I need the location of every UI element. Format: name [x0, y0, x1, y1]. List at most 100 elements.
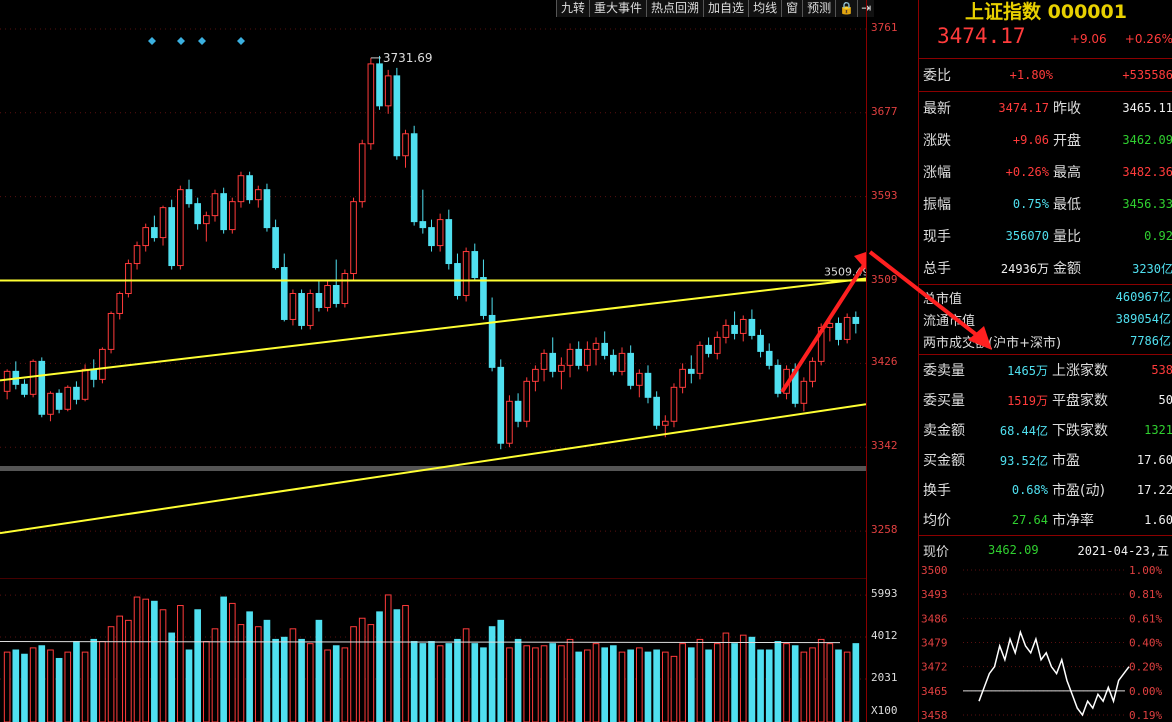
stat-value: 3482.36 [1122, 165, 1172, 179]
intraday-mini-chart[interactable]: 3500 1.00% 3493 0.81% 3486 0.61% 3479 0.40% 3472… [919, 560, 1172, 722]
candle [64, 386, 72, 410]
candle [107, 312, 115, 350]
volume-bar [29, 647, 37, 722]
stat-value: 3230亿 [1132, 261, 1172, 276]
volume-bar [558, 645, 565, 722]
price-tick: 3761 [871, 20, 898, 34]
candle [670, 386, 678, 422]
mini-left-tick: 3479 [921, 637, 948, 650]
volume-bar [618, 651, 626, 722]
candle [99, 348, 106, 380]
volume-bar [350, 626, 357, 722]
stat-label: 平盘家数 [1051, 393, 1108, 409]
volume-bar [47, 649, 54, 722]
candle [575, 348, 583, 366]
volume-bar [774, 641, 782, 722]
candle [203, 215, 210, 225]
stat-value: +0.26% [1005, 165, 1049, 179]
stat-row: 振幅 0.75% 最低 3456.33 [919, 188, 1172, 220]
high-label: 3731.69 [383, 51, 433, 65]
volume-bar [358, 617, 366, 722]
candle [21, 383, 28, 395]
toolbar-button-2[interactable]: 热点回溯 [646, 0, 703, 17]
mini-right-tick: 0.61% [1129, 612, 1162, 625]
candle [843, 316, 851, 340]
stat-label: 最新 [923, 101, 951, 117]
candle [696, 344, 704, 374]
current-label: 现价 [923, 544, 950, 560]
candle [653, 396, 660, 426]
volume-tick: 2031 [871, 670, 898, 684]
volume-bar [739, 634, 747, 722]
mini-left-tick: 3458 [921, 709, 948, 722]
stat-value: 1.60 [1144, 513, 1172, 527]
candle [315, 292, 323, 308]
event-marker[interactable] [237, 37, 245, 45]
volume-bar [661, 651, 669, 722]
volume-bar [610, 645, 617, 722]
stat-label: 最高 [1053, 165, 1081, 181]
volume-bar [514, 638, 522, 722]
candle [142, 227, 150, 247]
toolbar-button-4[interactable]: 均线 [748, 0, 781, 17]
candle [436, 219, 444, 247]
toolbar-button-6[interactable]: 预测 [802, 0, 835, 17]
stat-value: 24936万 [1000, 261, 1049, 276]
mini-right-tick: 0.40% [1129, 637, 1162, 650]
total-mkt-row: 总市值 460967亿 [923, 288, 1171, 310]
candle [419, 221, 427, 229]
volume-tick: X100 [871, 704, 898, 717]
candle [384, 75, 392, 107]
candle [350, 201, 357, 275]
volume-bar [21, 653, 28, 722]
mini-left-tick: 3486 [921, 612, 948, 625]
volume-bar [332, 645, 340, 722]
volume-bar [696, 638, 704, 722]
event-marker[interactable] [177, 37, 185, 45]
volume-chart[interactable] [0, 578, 866, 722]
volume-bar [254, 626, 262, 722]
volume-bar [90, 638, 98, 722]
volume-bar [540, 645, 548, 722]
volume-bar [679, 643, 686, 722]
stat-label: 昨收 [1053, 101, 1081, 117]
volume-bar [428, 641, 435, 722]
stat-label: 量比 [1053, 229, 1081, 245]
toolbar-button-0[interactable]: 九转 [556, 0, 589, 17]
volume-bar [722, 632, 730, 722]
volume-bar [55, 657, 63, 722]
mini-right-tick: 0.00% [1129, 685, 1162, 698]
mini-right-tick: 0.19% [1129, 709, 1162, 722]
candle [254, 189, 262, 201]
kline-chart[interactable]: 3731.693509.49 [0, 0, 866, 577]
stat-label: 开盘 [1053, 133, 1081, 149]
volume-bar [471, 643, 479, 722]
volume-bar [436, 645, 444, 722]
volume-bar [73, 641, 80, 722]
stat-row: 委卖量 1465万 上涨家数 538 [919, 355, 1172, 385]
lock-icon[interactable]: 🔒 [835, 0, 857, 17]
stat-label: 上涨家数 [1051, 363, 1108, 379]
stat-label: 市盈(动) [1051, 483, 1105, 499]
event-marker[interactable] [198, 37, 206, 45]
toolbar-button-3[interactable]: 加自选 [703, 0, 748, 17]
event-marker[interactable] [148, 37, 156, 45]
price-tick: 3342 [871, 439, 898, 453]
candle [194, 203, 201, 225]
toolbar-button-5[interactable]: 窗 [781, 0, 802, 17]
volume-bar [3, 651, 11, 722]
stat-value: 1321 [1144, 423, 1172, 437]
volume-bar [315, 619, 323, 722]
candle [185, 189, 193, 205]
toolbar-button-1[interactable]: 重大事件 [589, 0, 646, 17]
price-tick: 3677 [871, 104, 898, 118]
stat-value: 17.60 [1136, 453, 1172, 467]
candle [748, 318, 756, 336]
stat-value: 538 [1151, 363, 1172, 377]
candle [332, 285, 340, 304]
volume-bar [566, 638, 574, 722]
volume-bar [826, 643, 834, 722]
volume-bar [125, 619, 132, 722]
mini-price-line [978, 629, 1130, 717]
candle [610, 354, 617, 372]
